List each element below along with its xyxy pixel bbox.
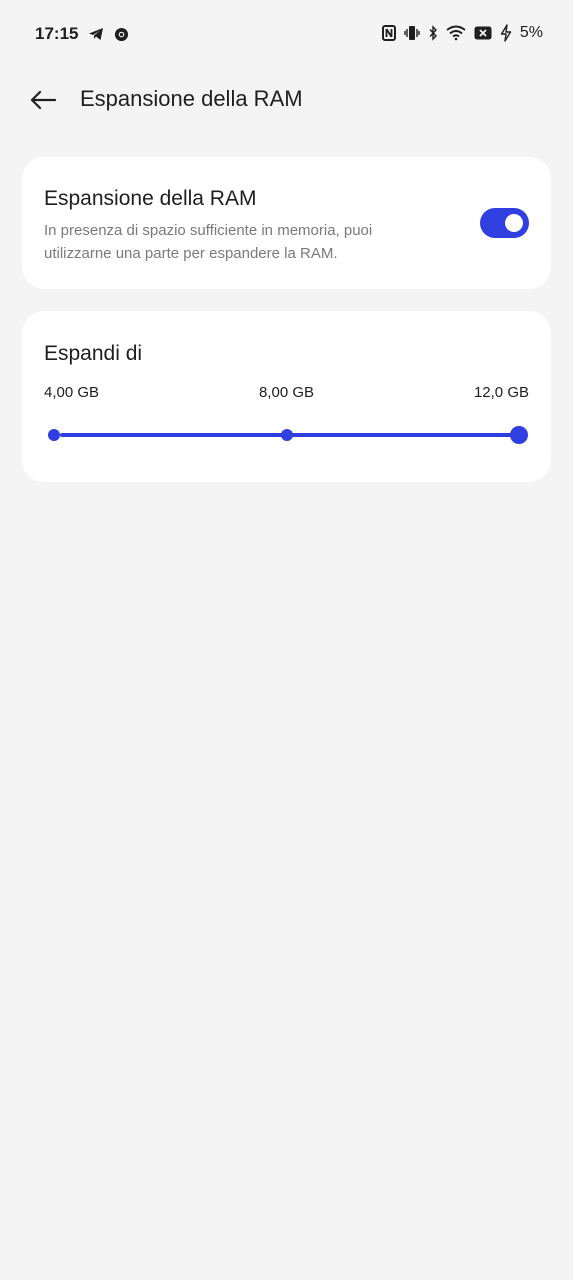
slider-stop[interactable] (48, 429, 60, 441)
back-button[interactable] (26, 84, 60, 116)
ram-expansion-title: Espansione della RAM (44, 187, 257, 210)
battery-icon (474, 26, 492, 40)
ram-expansion-description: In presenza di spazio sufficiente in mem… (44, 222, 373, 262)
status-right: 5% (381, 24, 543, 42)
ram-expansion-switch[interactable] (480, 208, 529, 238)
slider-thumb[interactable] (510, 426, 528, 444)
vibrate-icon (404, 25, 420, 41)
battery-percent: 5% (519, 24, 543, 41)
charging-icon (500, 24, 512, 42)
option-label-8gb: 8,00 GB (258, 384, 315, 401)
ram-size-slider[interactable] (48, 423, 528, 447)
expand-by-card: Espandi di 4,00 GB 8,00 GB 12,0 GB (22, 311, 551, 482)
switch-knob (505, 214, 523, 232)
arrow-back-icon (30, 90, 56, 110)
bluetooth-icon (428, 25, 438, 41)
wifi-icon (446, 25, 466, 41)
slider-stop[interactable] (280, 429, 293, 441)
nfc-icon (381, 25, 396, 41)
status-time: 17:15 (35, 24, 79, 43)
status-bar: 17:15 5% (0, 0, 573, 70)
option-label-12gb: 12,0 GB (473, 384, 529, 401)
status-left: 17:15 (35, 24, 129, 44)
app-bar: Espansione della RAM (0, 70, 573, 130)
ram-expansion-card[interactable]: Espansione della RAM In presenza di spaz… (22, 157, 551, 289)
chrome-icon (114, 27, 129, 42)
page-title: Espansione della RAM (80, 86, 303, 111)
telegram-icon (88, 27, 104, 41)
expand-by-title: Espandi di (44, 342, 143, 365)
